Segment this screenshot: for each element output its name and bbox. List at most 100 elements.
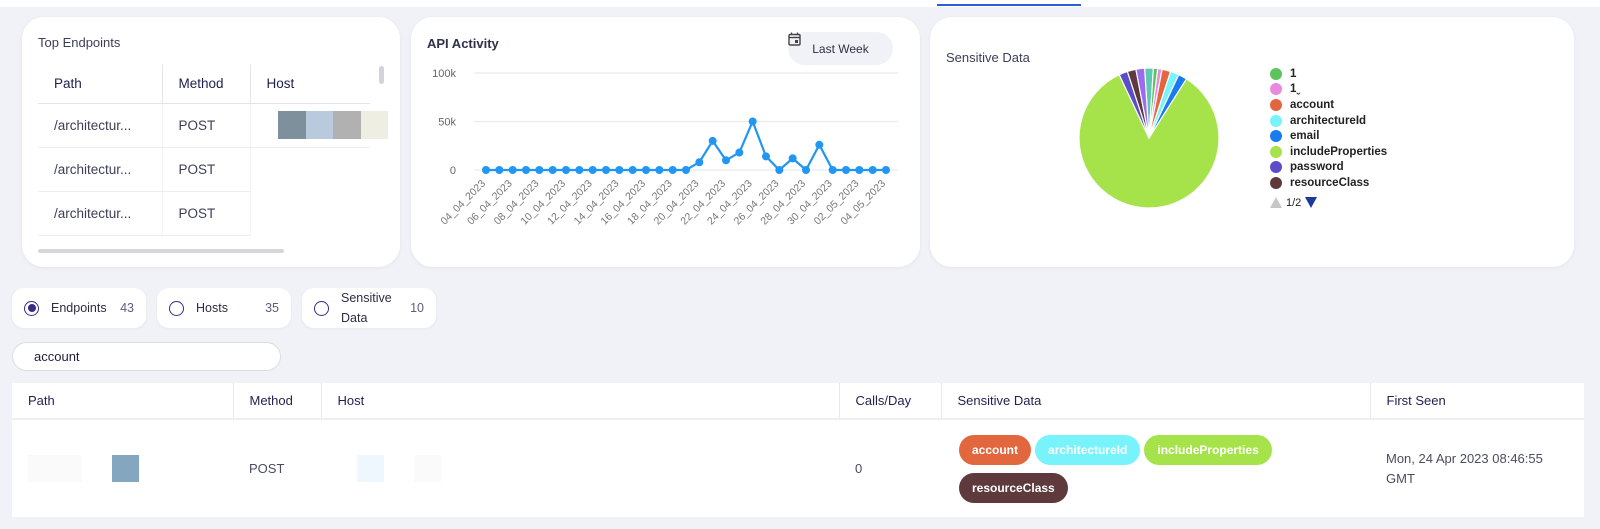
legend-item[interactable]: email xyxy=(1270,128,1387,144)
data-point[interactable] xyxy=(642,166,650,174)
y-tick-label: 100k xyxy=(432,68,456,80)
legend-item[interactable]: account xyxy=(1270,97,1387,113)
y-tick-label: 0 xyxy=(450,165,456,177)
sensitive-data-tag[interactable]: resourceClass xyxy=(959,472,1068,503)
legend-dot xyxy=(1270,130,1282,143)
data-point[interactable] xyxy=(655,166,664,174)
legend-label: 1ˬ xyxy=(1290,83,1301,96)
data-point[interactable] xyxy=(562,166,570,174)
redacted-host xyxy=(357,455,384,482)
table-row[interactable]: POST 0 account architectureId includePrope… xyxy=(12,419,1584,517)
legend-dot xyxy=(1270,145,1282,158)
method-cell: POST xyxy=(161,191,250,236)
legend-prev-icon[interactable] xyxy=(1270,197,1282,209)
data-point[interactable] xyxy=(628,166,637,174)
radio-hosts[interactable] xyxy=(169,300,184,316)
path-cell: /architectur... xyxy=(38,191,162,236)
legend-dot xyxy=(1270,83,1282,96)
filter-hosts-count: 35 xyxy=(265,301,279,315)
redacted-host xyxy=(278,111,388,139)
data-point[interactable] xyxy=(842,166,850,174)
data-point[interactable] xyxy=(668,166,677,174)
data-point[interactable] xyxy=(615,166,624,174)
data-point[interactable] xyxy=(708,136,717,145)
data-point[interactable] xyxy=(815,140,824,149)
data-point[interactable] xyxy=(575,166,584,174)
data-point[interactable] xyxy=(588,166,597,174)
data-point[interactable] xyxy=(695,158,704,167)
column-sensitive-data[interactable]: Sensitive Data xyxy=(940,383,1370,420)
data-point[interactable] xyxy=(482,166,490,174)
table-row[interactable]: /architectur... POST xyxy=(38,147,370,192)
host-cell xyxy=(249,147,370,191)
data-point[interactable] xyxy=(855,166,864,174)
legend-label: architectureId xyxy=(1290,114,1367,127)
filter-hosts[interactable]: Hosts 35 xyxy=(157,288,291,328)
legend-label: password xyxy=(1290,161,1344,174)
sensitive-data-pie xyxy=(1078,67,1220,209)
top-endpoints-title: Top Endpoints xyxy=(38,35,121,50)
data-point[interactable] xyxy=(535,166,544,174)
api-activity-title: API Activity xyxy=(427,36,499,51)
filter-endpoints[interactable]: Endpoints 43 xyxy=(12,288,146,328)
legend-item[interactable]: resourceClass xyxy=(1270,175,1387,191)
sensitive-data-tag[interactable]: account xyxy=(959,434,1032,465)
radio-sensitive-data[interactable] xyxy=(314,300,329,316)
legend-next-icon[interactable] xyxy=(1305,197,1318,209)
data-point[interactable] xyxy=(775,166,784,174)
method-cell: POST xyxy=(161,103,250,148)
sensitive-data-tag[interactable]: architectureId xyxy=(1035,434,1141,465)
data-point[interactable] xyxy=(548,166,557,174)
search-input[interactable] xyxy=(12,342,281,371)
legend-label: 1 xyxy=(1290,67,1297,80)
radio-endpoints[interactable] xyxy=(24,300,39,316)
column-path[interactable]: Path xyxy=(12,383,233,420)
legend-item[interactable]: architectureId xyxy=(1270,113,1387,129)
data-point[interactable] xyxy=(828,166,837,174)
filter-sensitive-data[interactable]: Sensitive Data 10 xyxy=(302,288,436,328)
data-point[interactable] xyxy=(522,166,530,174)
legend-item[interactable]: password xyxy=(1270,160,1387,176)
filter-endpoints-label: Endpoints xyxy=(51,301,107,315)
redacted-path xyxy=(28,455,82,482)
column-path[interactable]: Path xyxy=(38,65,162,104)
legend-dot xyxy=(1270,114,1282,127)
filter-hosts-label: Hosts xyxy=(196,301,228,315)
table-row[interactable]: /architectur... POST xyxy=(38,191,370,236)
horizontal-scrollbar[interactable] xyxy=(38,249,284,253)
legend-dot xyxy=(1270,98,1282,111)
data-point[interactable] xyxy=(748,117,757,126)
legend-item[interactable]: 1 xyxy=(1270,66,1387,82)
host-cell xyxy=(321,419,839,517)
data-point[interactable] xyxy=(762,152,770,161)
legend-item[interactable]: 1ˬ xyxy=(1270,82,1387,98)
data-point[interactable] xyxy=(508,166,517,174)
column-calls-per-day[interactable]: Calls/Day xyxy=(838,383,941,420)
column-host[interactable]: Host xyxy=(320,383,839,420)
data-point[interactable] xyxy=(882,166,890,174)
date-range-button[interactable]: Last Week xyxy=(788,32,893,65)
data-point[interactable] xyxy=(602,166,610,174)
sensitive-data-cell: account architectureId includeProperties re… xyxy=(941,419,1370,517)
data-point[interactable] xyxy=(722,156,730,165)
legend-label: resourceClass xyxy=(1290,176,1370,189)
column-host[interactable]: Host xyxy=(249,65,370,104)
top-bar xyxy=(0,0,1600,7)
path-cell: /architectur... xyxy=(38,103,162,148)
legend-item[interactable]: includeProperties xyxy=(1270,144,1387,160)
sensitive-data-tag[interactable]: includeProperties xyxy=(1144,434,1272,465)
redacted-host xyxy=(413,455,441,482)
data-point[interactable] xyxy=(868,166,877,174)
column-method[interactable]: Method xyxy=(232,383,321,420)
data-point[interactable] xyxy=(802,166,810,174)
column-method[interactable]: Method xyxy=(161,65,250,104)
vertical-scrollbar[interactable] xyxy=(379,66,384,84)
column-first-seen[interactable]: First Seen xyxy=(1369,383,1584,420)
filter-sensitive-data-count: 10 xyxy=(410,301,424,315)
data-point[interactable] xyxy=(788,154,797,163)
data-point[interactable] xyxy=(735,148,744,157)
data-point[interactable] xyxy=(682,166,690,174)
data-point[interactable] xyxy=(495,166,504,174)
endpoints-table: Path Method Host Calls/Day Sensitive Dat… xyxy=(12,383,1584,517)
legend-dot xyxy=(1270,176,1282,189)
